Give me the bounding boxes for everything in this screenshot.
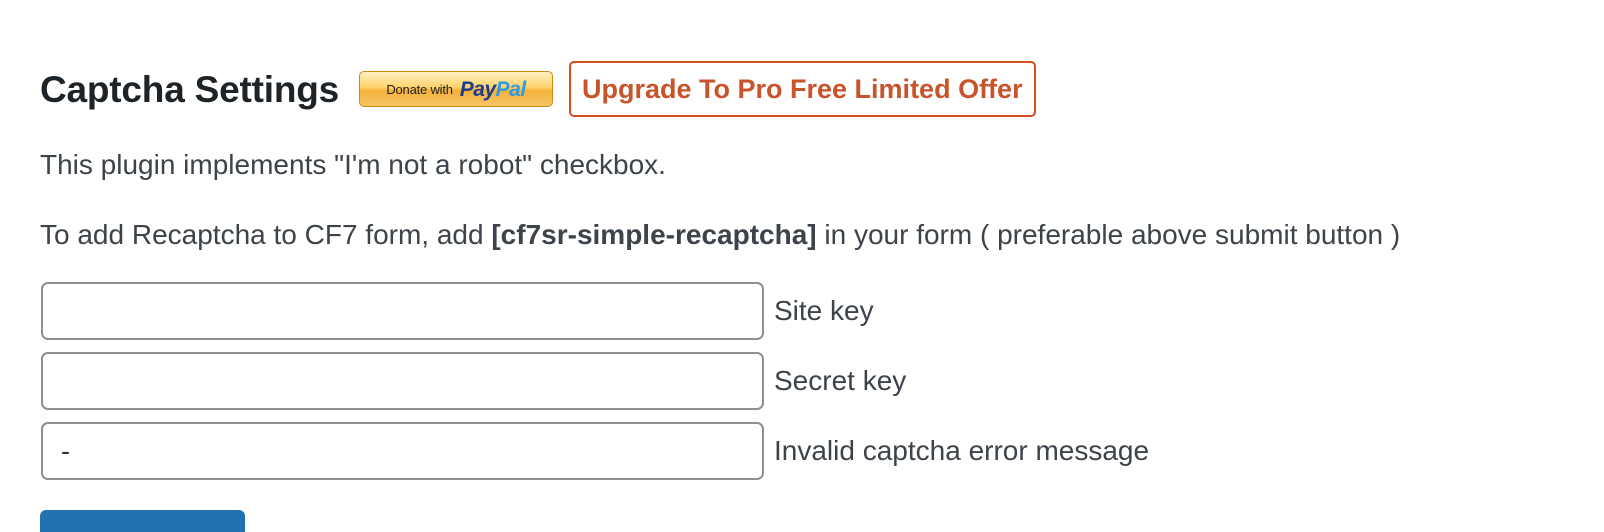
error-message-row: Invalid captcha error message [41,422,1149,480]
shortcode: [cf7sr-simple-recaptcha] [491,219,817,250]
secret-key-label: Secret key [774,365,907,396]
instructions-before: To add Recaptcha to CF7 form, add [40,219,492,250]
site-key-label: Site key [774,295,874,326]
error-message-label: Invalid captcha error message [774,435,1150,466]
site-key-row: Site key [41,282,874,340]
paypal-donate-button[interactable]: Donate with PayPal [359,71,554,107]
donate-label: Donate with [386,81,453,97]
paypal-logo: PayPal [460,79,526,100]
paypal-logo-pal: Pal [495,77,527,101]
paypal-logo-pay: Pay [459,77,496,101]
intro-text: This plugin implements "I'm not a robot"… [40,149,666,180]
page-title: Captcha Settings [40,68,340,110]
secret-key-input[interactable] [41,352,764,410]
title-row: Captcha Settings Donate with PayPal Upgr… [40,58,1036,120]
error-message-input[interactable] [41,422,764,480]
save-button[interactable] [40,510,245,532]
instructions-text: To add Recaptcha to CF7 form, add [cf7sr… [40,218,1400,252]
instructions-after: in your form ( preferable above submit b… [816,219,1401,250]
secret-key-row: Secret key [41,352,906,410]
site-key-input[interactable] [41,282,764,340]
settings-page: Captcha Settings Donate with PayPal Upgr… [40,0,1580,532]
upgrade-pro-button[interactable]: Upgrade To Pro Free Limited Offer [569,61,1036,117]
